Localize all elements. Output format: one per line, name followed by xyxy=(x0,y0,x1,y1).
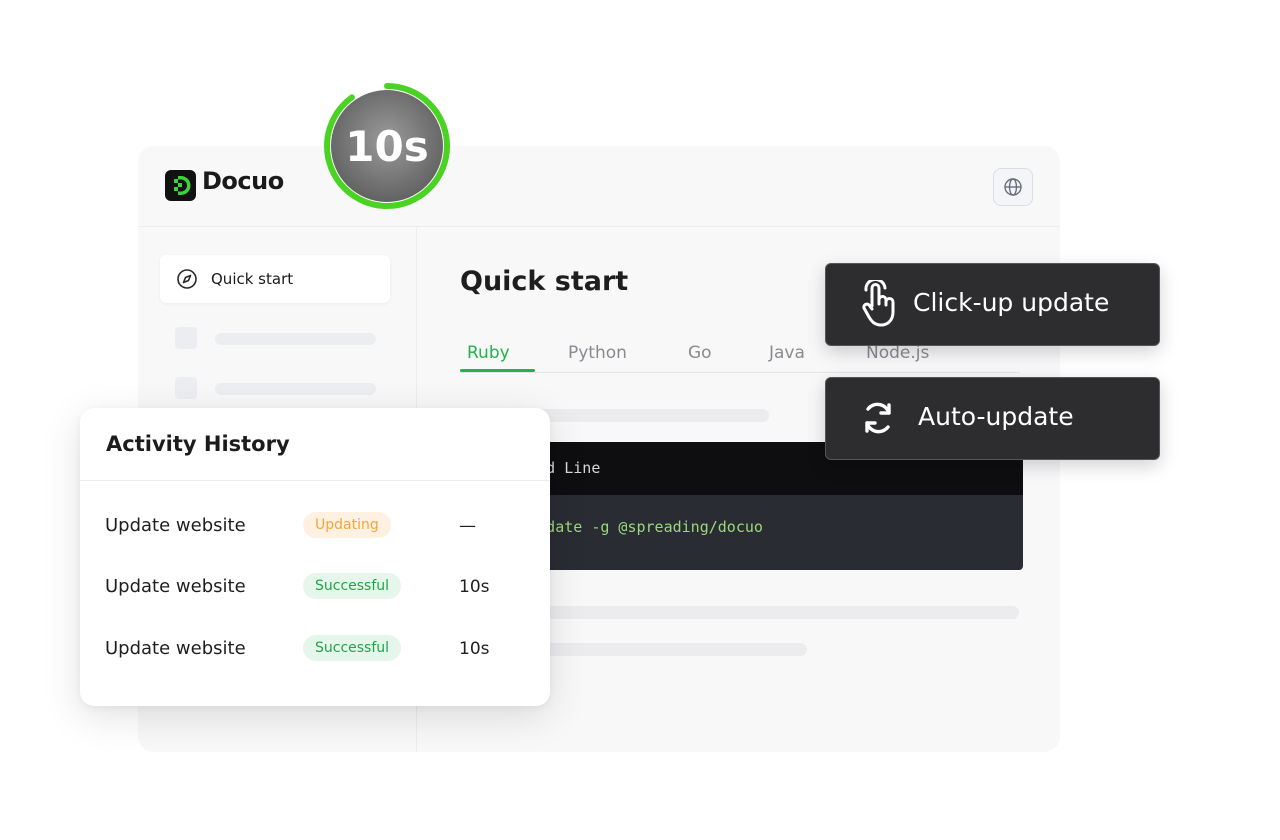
page-title: Quick start xyxy=(460,266,629,297)
activity-name: Update website xyxy=(105,638,246,659)
chip-label: Auto-update xyxy=(918,402,1074,431)
auto-update-button[interactable]: Auto-update xyxy=(825,377,1160,460)
countdown-timer: 10s xyxy=(320,79,454,213)
sidebar-placeholder-bar xyxy=(215,383,376,395)
tab-nodejs[interactable]: Node.js xyxy=(866,343,929,363)
activity-duration: — xyxy=(459,516,476,536)
activity-duration: 10s xyxy=(459,577,490,597)
timer-label: 10s xyxy=(345,121,429,171)
sidebar-placeholder-icon xyxy=(175,327,197,349)
activity-row[interactable]: Update website Updating — xyxy=(80,508,550,548)
sidebar-item-label: Quick start xyxy=(211,270,294,288)
activity-row[interactable]: Update website Successful 10s xyxy=(80,569,550,609)
activity-title: Activity History xyxy=(106,432,290,456)
chip-label: Click-up update xyxy=(913,288,1110,317)
click-up-update-button[interactable]: Click-up update xyxy=(825,263,1160,346)
status-badge: Successful xyxy=(303,635,402,661)
activity-name: Update website xyxy=(105,576,246,597)
activity-name: Update website xyxy=(105,515,246,536)
sidebar-placeholder-icon xyxy=(175,377,197,399)
sidebar-placeholder-bar xyxy=(215,333,376,345)
tab-ruby[interactable]: Ruby xyxy=(467,343,510,363)
refresh-icon xyxy=(865,402,891,434)
active-tab-indicator xyxy=(460,369,535,372)
activity-history-card: Activity History Update website Updating… xyxy=(80,408,550,706)
globe-icon xyxy=(1004,178,1022,196)
activity-row[interactable]: Update website Successful 10s xyxy=(80,631,550,671)
sidebar-item-quick-start[interactable]: Quick start xyxy=(160,255,390,303)
status-badge: Updating xyxy=(303,512,391,538)
tab-python[interactable]: Python xyxy=(568,343,627,363)
language-button[interactable] xyxy=(993,168,1033,206)
activity-duration: 10s xyxy=(459,639,490,659)
hand-pointer-icon xyxy=(862,280,895,327)
compass-icon xyxy=(177,269,197,289)
status-badge: Successful xyxy=(303,573,402,599)
app-header: Docuo xyxy=(138,146,1060,227)
app-logo-text: Docuo xyxy=(202,167,284,195)
tab-java[interactable]: Java xyxy=(769,343,805,363)
docuo-logo-icon xyxy=(165,170,196,201)
tab-go[interactable]: Go xyxy=(688,343,712,363)
divider xyxy=(80,480,550,481)
